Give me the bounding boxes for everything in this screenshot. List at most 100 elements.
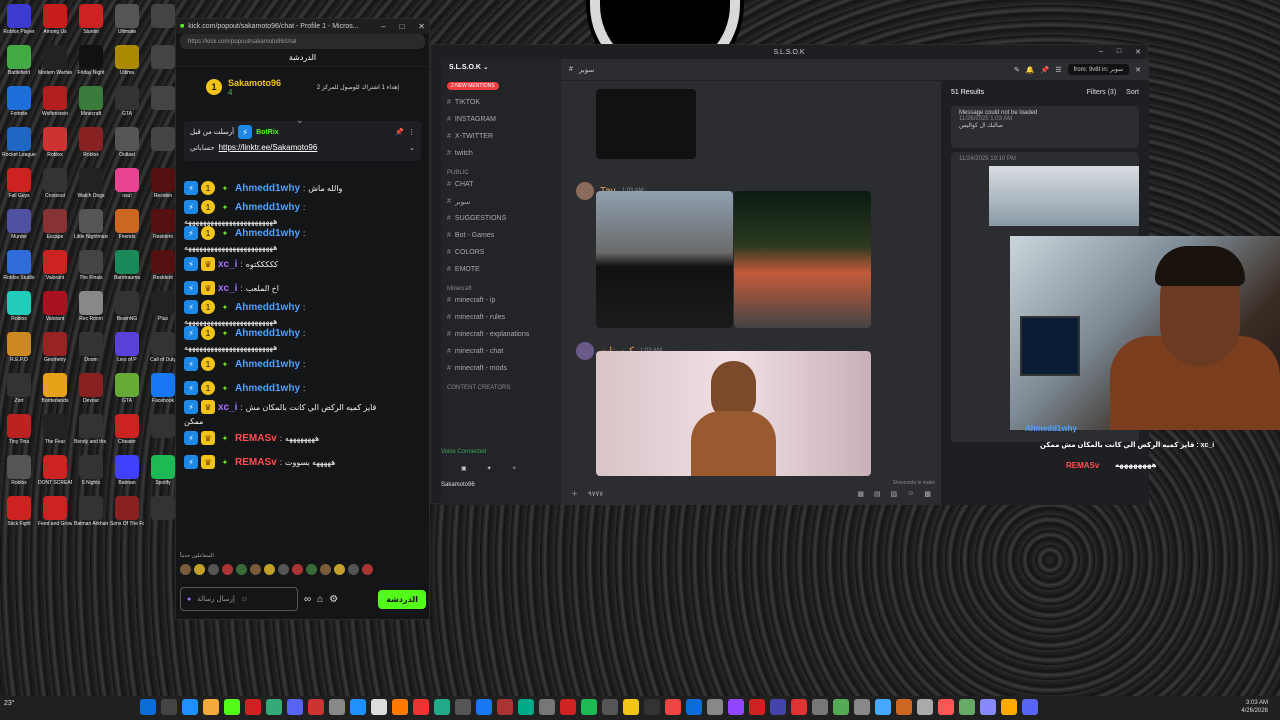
chat-username[interactable]: xc_i (218, 283, 237, 294)
desktop-icon[interactable]: Roblox (1, 291, 37, 332)
taskbar-app-icon[interactable] (497, 699, 513, 715)
category-minecraft[interactable]: Minecraft (441, 278, 561, 292)
desktop-icon[interactable]: Among Us (37, 4, 73, 45)
chat-username[interactable]: Ahmedd1why (235, 302, 300, 313)
desktop-icon[interactable]: Zort (1, 373, 37, 414)
chat-username[interactable]: xc_i (218, 259, 237, 270)
taskbar-app-icon[interactable] (833, 699, 849, 715)
desktop-icon[interactable]: Minecraft (73, 86, 109, 127)
desktop-icon[interactable]: Rocket League (1, 127, 37, 168)
plus-icon[interactable]: ＋ (571, 489, 578, 499)
reactor-avatar[interactable] (208, 564, 219, 575)
chat-message[interactable]: ⚡ 1 ✦ Ahmedd1why: والله ماش (184, 176, 424, 200)
chat-username[interactable]: Ahmedd1why (235, 359, 300, 370)
desktop-icon[interactable]: Bendy and the Ink (73, 414, 109, 455)
channel-item[interactable]: # minecraft - chat (441, 343, 561, 360)
soundboard-icon[interactable]: ✧ (512, 465, 517, 472)
desktop-icon[interactable]: Modern Warfare (37, 45, 73, 86)
desktop-icon[interactable]: Devour (73, 373, 109, 414)
desktop-icon[interactable]: Murder (1, 209, 37, 250)
taskbar-app-icon[interactable] (644, 699, 660, 715)
pin-icon[interactable]: 📌 (395, 128, 404, 136)
taskbar-app-icon[interactable] (140, 699, 156, 715)
taskbar-app-icon[interactable] (539, 699, 555, 715)
desktop-icon[interactable]: The Finals (73, 250, 109, 291)
channel-item[interactable]: # twitch (441, 145, 561, 162)
taskbar-app-icon[interactable] (287, 699, 303, 715)
taskbar-app-icon[interactable] (665, 699, 681, 715)
message-image[interactable] (596, 89, 696, 159)
taskbar-app-icon[interactable] (980, 699, 996, 715)
desktop-icon[interactable]: Fall Guys (1, 168, 37, 209)
taskbar-app-icon[interactable] (392, 699, 408, 715)
sort-button[interactable]: Sort (1126, 89, 1139, 96)
desktop-icon[interactable]: Rec Room (73, 291, 109, 332)
desktop-icon[interactable]: Outlast (109, 127, 145, 168)
desktop-icon[interactable]: Lies of P (109, 332, 145, 373)
more-icon[interactable]: ⋮ (408, 128, 415, 136)
maximize-button[interactable]: □ (399, 22, 404, 31)
reactor-avatar[interactable] (292, 564, 303, 575)
category-public[interactable]: PUBLIC (441, 162, 561, 176)
chat-username[interactable]: Ahmedd1why (235, 183, 300, 194)
taskbar-app-icon[interactable] (623, 699, 639, 715)
server-header[interactable]: S.L.S.O.K ⌄ (441, 59, 561, 75)
taskbar-app-icon[interactable] (749, 699, 765, 715)
desktop-icon[interactable]: R.E.P.O (1, 332, 37, 373)
close-button[interactable]: ✕ (418, 22, 425, 31)
reactor-avatar[interactable] (250, 564, 261, 575)
taskbar-app-icon[interactable] (1001, 699, 1017, 715)
taskbar-app-icon[interactable] (686, 699, 702, 715)
desktop-icon[interactable]: Roblox (73, 127, 109, 168)
taskbar-app-icon[interactable] (434, 699, 450, 715)
taskbar-app-icon[interactable] (329, 699, 345, 715)
desktop-icon[interactable]: Fortnite (1, 86, 37, 127)
gift-subs-text[interactable]: إهداء 1 اشتراك للوصول للمركز 2 (317, 84, 399, 91)
chat-message[interactable]: ⚡ 1 ✦ Ahmedd1why: (184, 352, 424, 376)
chat-message[interactable]: ⚡ 1 ✦ Ahmedd1why: (184, 376, 424, 400)
send-button[interactable]: الدردشة (378, 589, 426, 609)
result-image[interactable] (989, 166, 1139, 226)
reactor-avatar[interactable] (222, 564, 233, 575)
reactor-avatar[interactable] (194, 564, 205, 575)
chat-input[interactable]: ● إرسال رسالة ☺ (180, 587, 298, 611)
reactor-avatar[interactable] (348, 564, 359, 575)
result1-msg[interactable]: صالبك ال كواليس (959, 122, 1131, 129)
taskbar-app-icon[interactable] (728, 699, 744, 715)
channel-item[interactable]: # SUGGESTIONS (441, 210, 561, 227)
channel-item[interactable]: # سوبر (441, 193, 561, 210)
taskbar-app-icon[interactable] (602, 699, 618, 715)
desktop-icon[interactable]: Ultima (109, 45, 145, 86)
chat-message[interactable]: ⚡ 1 ✦ Ahmedd1why: ههههههههههههههههههههههههه (184, 300, 424, 326)
weather-widget[interactable]: 23° (4, 700, 15, 707)
desktop-icon[interactable]: Wolfenstein (37, 86, 73, 127)
desktop-icon[interactable]: BeamNG (109, 291, 145, 332)
image-car-interior[interactable] (596, 191, 733, 328)
desktop-icon[interactable]: Tiny Tina (1, 414, 37, 455)
chat-message[interactable]: ⚡ 1 ✦ Ahmedd1why: ههههههههههههههههههههههههه (184, 326, 424, 352)
desktop-icon[interactable]: Feed and Grow (37, 496, 73, 537)
close-button[interactable]: ✕ (1135, 48, 1141, 56)
voice-status[interactable]: Voice Connected (441, 445, 561, 459)
taskbar-app-icon[interactable] (791, 699, 807, 715)
taskbar-app-icon[interactable] (266, 699, 282, 715)
gift-icon[interactable]: ▦ (857, 490, 864, 498)
reactor-avatar[interactable] (306, 564, 317, 575)
avatar[interactable] (576, 342, 594, 360)
taskbar-app-icon[interactable] (308, 699, 324, 715)
taskbar-app-icon[interactable] (182, 699, 198, 715)
channel-item[interactable]: # minecraft - mods (441, 360, 561, 377)
infinity-icon[interactable]: ∞ (304, 594, 311, 605)
desktop-icon[interactable]: Roblox (1, 455, 37, 496)
desktop-icon[interactable]: Batman (109, 455, 145, 496)
taskbar-app-icon[interactable] (812, 699, 828, 715)
gift-icon[interactable]: ⌂ (317, 594, 323, 605)
desktop-icon[interactable]: Batman Arkham (73, 496, 109, 537)
taskbar-app-icon[interactable] (413, 699, 429, 715)
desktop-icon[interactable]: 5 Nights (73, 455, 109, 496)
category-creators[interactable]: CONTENT CREATORS (441, 377, 561, 391)
activity-icon[interactable]: ✦ (487, 465, 492, 472)
desktop-icon[interactable]: The Fear (37, 414, 73, 455)
channel-item[interactable]: # CHAT (441, 176, 561, 193)
filters-button[interactable]: Filters (3) (1087, 89, 1117, 96)
